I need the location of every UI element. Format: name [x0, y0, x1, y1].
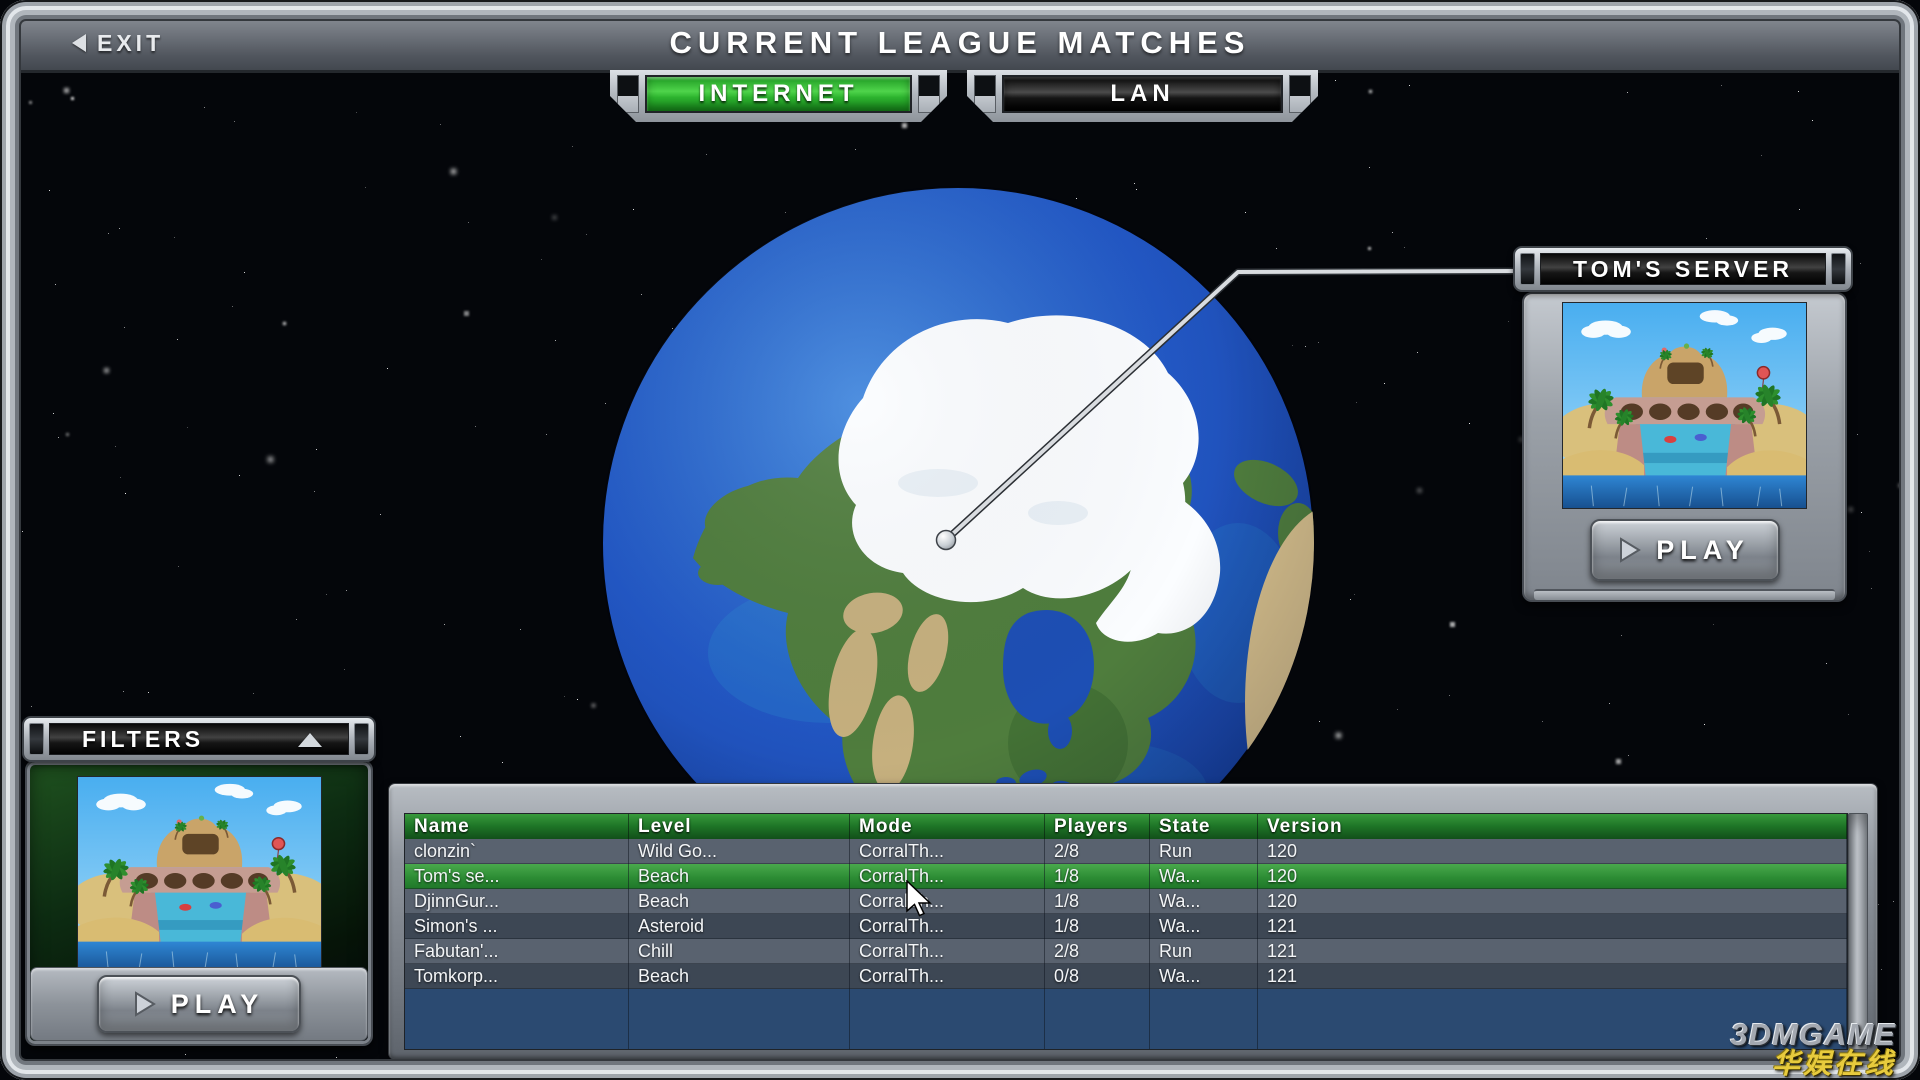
plate-cap-right	[1831, 253, 1846, 285]
table-column-header[interactable]: Name	[405, 814, 629, 839]
cell-name: Fabutan'...	[405, 939, 629, 964]
cell-state: Wa...	[1150, 864, 1258, 889]
play-button[interactable]: PLAY	[97, 975, 301, 1033]
server-table-panel: NameLevelModePlayersStateVersion clonzin…	[388, 783, 1878, 1060]
tab-notch-left	[617, 75, 639, 113]
exit-button[interactable]: EXIT	[72, 16, 164, 70]
filters-title-plate[interactable]: FILTERS	[22, 716, 376, 762]
server-popup-title: TOM'S SERVER	[1540, 253, 1826, 285]
play-label: PLAY	[1656, 535, 1750, 566]
server-popup-title-plate: TOM'S SERVER	[1513, 246, 1853, 292]
cell-name: Tomkorp...	[405, 964, 629, 989]
tab-notch-left	[974, 75, 996, 113]
table-row[interactable]: Tomkorp... Beach CorralTh... 0/8 Wa... 1…	[405, 964, 1847, 989]
cell-mode: CorralTh...	[850, 939, 1045, 964]
cell-level: Chill	[629, 939, 850, 964]
cell-level: Wild Go...	[629, 839, 850, 864]
tab-internet-label: INTERNET	[645, 75, 912, 113]
tab-lan[interactable]: LAN	[967, 70, 1318, 122]
table-column-header[interactable]: Version	[1258, 814, 1847, 839]
cell-players: 1/8	[1045, 864, 1150, 889]
cell-state: Run	[1150, 939, 1258, 964]
plate-cap-left	[1520, 253, 1535, 285]
cell-players: 0/8	[1045, 964, 1150, 989]
cell-level: Beach	[629, 864, 850, 889]
app-window: EXIT CURRENT LEAGUE MATCHES INTERNET LAN…	[0, 0, 1920, 1080]
cell-players: 2/8	[1045, 939, 1150, 964]
cell-version: 120	[1258, 889, 1847, 914]
table-header-row: NameLevelModePlayersStateVersion	[405, 814, 1847, 839]
cell-version: 121	[1258, 914, 1847, 939]
page-title: CURRENT LEAGUE MATCHES	[670, 25, 1251, 61]
cell-level: Beach	[629, 889, 850, 914]
filters-footer: PLAY	[30, 967, 368, 1041]
cell-name: DjinnGur...	[405, 889, 629, 914]
cell-version: 121	[1258, 939, 1847, 964]
tab-internet[interactable]: INTERNET	[610, 70, 947, 122]
plate-cap-left	[29, 723, 44, 755]
cell-version: 120	[1258, 839, 1847, 864]
cell-players: 1/8	[1045, 914, 1150, 939]
plate-cap-right	[354, 723, 369, 755]
table-row[interactable]: Tom's se... Beach CorralTh... 1/8 Wa... …	[405, 864, 1847, 889]
cell-state: Wa...	[1150, 914, 1258, 939]
server-table: NameLevelModePlayersStateVersion clonzin…	[404, 813, 1848, 1050]
starfield-bright	[0, 0, 1, 1]
play-icon	[1619, 537, 1641, 563]
tab-notch-right	[1289, 75, 1311, 113]
map-preview	[1562, 302, 1807, 509]
cell-mode: CorralTh...	[850, 964, 1045, 989]
cell-mode: CorralTh...	[850, 839, 1045, 864]
cell-version: 120	[1258, 864, 1847, 889]
table-body: clonzin` Wild Go... CorralTh... 2/8 Run …	[405, 839, 1847, 989]
table-row[interactable]: DjinnGur... Beach CorralTh... 1/8 Wa... …	[405, 889, 1847, 914]
filters-title: FILTERS	[82, 726, 204, 753]
server-popup: TOM'S SERVER PLAY	[1513, 246, 1853, 604]
cell-mode: CorralTh...	[850, 889, 1045, 914]
table-row[interactable]: clonzin` Wild Go... CorralTh... 2/8 Run …	[405, 839, 1847, 864]
cell-players: 1/8	[1045, 889, 1150, 914]
filters-title-core: FILTERS	[49, 723, 349, 755]
cell-mode: CorralTh...	[850, 864, 1045, 889]
cell-version: 121	[1258, 964, 1847, 989]
cell-state: Wa...	[1150, 964, 1258, 989]
tab-notch-right	[918, 75, 940, 113]
cell-name: Simon's ...	[405, 914, 629, 939]
cell-state: Wa...	[1150, 889, 1258, 914]
cell-state: Run	[1150, 839, 1258, 864]
play-icon	[134, 991, 156, 1017]
map-preview	[77, 776, 322, 974]
exit-label: EXIT	[97, 30, 164, 57]
table-column-header[interactable]: Players	[1045, 814, 1150, 839]
top-bar: EXIT CURRENT LEAGUE MATCHES	[16, 16, 1904, 73]
panel-bottom-lip	[1534, 589, 1835, 600]
tab-lan-label: LAN	[1002, 75, 1283, 113]
table-column-header[interactable]: Mode	[850, 814, 1045, 839]
filters-panel: FILTERS PLAY	[22, 716, 376, 1048]
collapse-arrow-icon[interactable]	[298, 733, 322, 747]
table-row[interactable]: Fabutan'... Chill CorralTh... 2/8 Run 12…	[405, 939, 1847, 964]
table-column-header[interactable]: State	[1150, 814, 1258, 839]
cell-level: Asteroid	[629, 914, 850, 939]
table-column-header[interactable]: Level	[629, 814, 850, 839]
play-button[interactable]: PLAY	[1590, 519, 1780, 581]
cell-name: Tom's se...	[405, 864, 629, 889]
server-popup-footer: PLAY	[1590, 519, 1780, 581]
back-arrow-icon	[72, 34, 86, 52]
table-empty-area	[405, 989, 1847, 1049]
cell-name: clonzin`	[405, 839, 629, 864]
table-row[interactable]: Simon's ... Asteroid CorralTh... 1/8 Wa.…	[405, 914, 1847, 939]
cell-mode: CorralTh...	[850, 914, 1045, 939]
server-popup-body: PLAY	[1522, 292, 1847, 602]
cell-level: Beach	[629, 964, 850, 989]
play-label: PLAY	[171, 989, 265, 1020]
cell-players: 2/8	[1045, 839, 1150, 864]
table-scrollbar[interactable]	[1848, 813, 1868, 1050]
